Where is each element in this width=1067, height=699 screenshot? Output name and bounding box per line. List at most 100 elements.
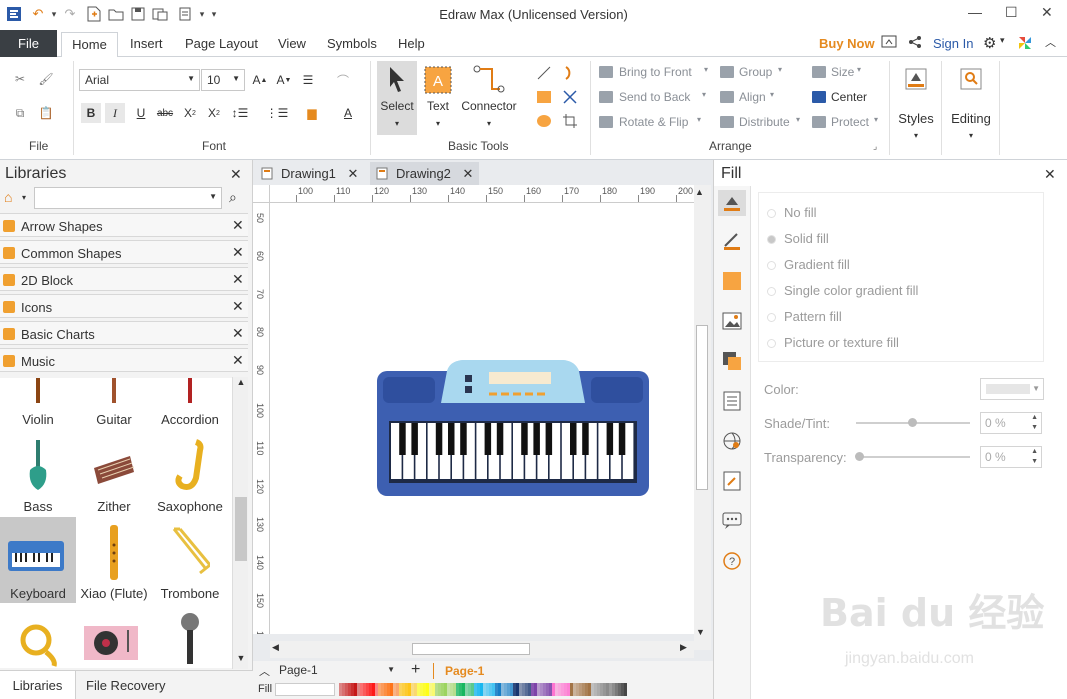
library-item[interactable]: Zither [76,430,152,516]
distribute-button[interactable]: Distribute [739,115,790,129]
page-select[interactable]: Page-1 ▼ [279,663,397,679]
select-tool-button[interactable]: Select ▾ [377,61,417,135]
tab-insert[interactable]: Insert [130,36,163,51]
highlight-icon[interactable]: ▆ [302,103,322,123]
font-color-icon[interactable]: A [338,103,358,123]
tab-drawing1[interactable]: Drawing1 ✕ [255,162,365,185]
group-dropdown-icon[interactable]: ▾ [778,65,782,74]
rotate-flip-dropdown-icon[interactable]: ▾ [697,115,701,124]
close-drawing1-icon[interactable]: ✕ [348,166,359,181]
comments-icon[interactable] [721,510,743,532]
text-align-icon[interactable]: ☰ [298,70,318,90]
close-libraries-icon[interactable]: ✕ [230,166,242,183]
transparency-slider[interactable] [856,456,970,458]
font-family-select[interactable]: Arial ▼ [79,69,200,91]
fill-option-radio[interactable] [767,261,776,270]
library-category-row[interactable]: 2D Block ✕ [0,267,248,291]
fill-option-radio[interactable] [767,209,776,218]
protect-button[interactable]: Protect [831,115,869,129]
fill-option[interactable]: Solid fill [767,231,829,246]
close-library-category-icon[interactable]: ✕ [232,352,244,369]
page-properties-icon[interactable] [721,390,743,412]
editing-button[interactable]: Editing ▾ [946,61,996,151]
tab-help[interactable]: Help [398,36,425,51]
align-dropdown-icon[interactable]: ▾ [770,90,774,99]
tab-view[interactable]: View [278,36,306,51]
settings-dropdown-icon[interactable]: ▾ [1000,35,1005,46]
library-category-row[interactable]: Music ✕ [0,348,248,372]
font-size-select[interactable]: 10 ▼ [201,69,245,91]
rotate-flip-button[interactable]: Rotate & Flip [619,115,688,129]
bullets-icon[interactable]: ⋮☰ [266,103,289,123]
library-item[interactable]: Guitar [76,378,152,429]
fill-option[interactable]: Single color gradient fill [767,283,918,298]
fill-option-radio[interactable] [767,313,776,322]
size-button[interactable]: Size [831,65,854,79]
tab-libraries[interactable]: Libraries [0,671,76,699]
shrink-font-icon[interactable]: A ▼ [274,70,294,90]
cut-icon[interactable]: ✂ [10,69,30,89]
shadow-icon[interactable] [721,270,743,292]
close-drawing2-icon[interactable]: ✕ [463,166,474,181]
size-dropdown-icon[interactable]: ▾ [857,65,861,74]
library-item[interactable]: Keyboard [0,517,76,603]
paste-icon[interactable]: 📋 [36,103,56,123]
drawing-canvas[interactable] [270,203,694,634]
fill-option[interactable]: Pattern fill [767,309,842,324]
library-item[interactable]: Bass [0,430,76,516]
add-page-icon[interactable]: + [411,661,420,679]
collapse-ribbon-icon[interactable]: ︿ [1045,34,1056,50]
line-spacing-icon[interactable]: ↕☰ [230,103,250,123]
tab-drawing2[interactable]: Drawing2 ✕ [370,162,480,185]
close-fill-panel-icon[interactable]: ✕ [1044,166,1056,183]
library-item[interactable]: Dish Player [76,604,152,668]
arrange-dialog-launcher-icon[interactable]: ⌟ [873,141,877,152]
fill-option-radio[interactable] [767,339,776,348]
library-item[interactable]: Accordion [152,378,228,429]
tab-home[interactable]: Home [61,32,118,58]
fill-option-radio[interactable] [767,235,776,244]
canvas-vertical-scrollbar[interactable]: ▲ ▼ [694,185,711,650]
library-category-row[interactable]: Arrow Shapes ✕ [0,213,248,237]
close-button[interactable]: ✕ [1041,4,1053,21]
fill-paint-bucket-icon[interactable] [718,190,746,216]
shade-tint-slider-knob[interactable] [908,418,917,427]
fill-option[interactable]: Picture or texture fill [767,335,899,350]
library-item[interactable]: Violin [0,378,76,429]
ellipse-tool-icon[interactable] [534,111,554,131]
close-library-category-icon[interactable]: ✕ [232,271,244,288]
send-to-back-dropdown-icon[interactable]: ▾ [702,90,706,99]
close-library-category-icon[interactable]: ✕ [232,298,244,315]
tab-file-recovery[interactable]: File Recovery [86,678,165,693]
crop-tool-icon[interactable] [560,111,580,131]
library-category-row[interactable]: Basic Charts ✕ [0,321,248,345]
bring-to-front-dropdown-icon[interactable]: ▾ [704,65,708,74]
layers-icon[interactable] [721,350,743,372]
library-home-dropdown-icon[interactable]: ▾ [22,193,26,202]
buy-now-link[interactable]: Buy Now [819,36,875,51]
library-item[interactable]: Horn [0,604,76,668]
collapse-page-bar-icon[interactable]: ︿ [259,663,270,679]
search-icon[interactable]: ⌕ [229,189,237,206]
minimize-button[interactable]: — [968,4,982,20]
sign-in-link[interactable]: Sign In [933,36,973,51]
format-painter-icon[interactable]: 🖌 [36,69,56,89]
page-tab-1[interactable]: Page-1 [445,664,484,678]
help-icon[interactable]: ? [721,550,743,572]
library-item[interactable]: Trombone [152,517,228,603]
grow-font-icon[interactable]: A ▲ [250,70,270,90]
protect-dropdown-icon[interactable]: ▾ [874,115,878,124]
underline-button[interactable]: U [131,103,151,123]
styles-button[interactable]: Styles ▾ [893,61,939,151]
hyperlink-globe-icon[interactable] [721,430,743,452]
maximize-button[interactable]: ☐ [1005,4,1018,21]
library-item[interactable]: Xiao (Flute) [76,517,152,603]
bring-to-front-button[interactable]: Bring to Front [619,65,692,79]
transparency-slider-knob[interactable] [855,452,864,461]
distribute-dropdown-icon[interactable]: ▾ [796,115,800,124]
canvas-horizontal-scrollbar[interactable]: ◀ ▶ [270,641,694,658]
share-screen-icon[interactable] [881,35,897,52]
cross-tool-icon[interactable] [560,87,580,107]
group-button[interactable]: Group [739,65,772,79]
library-scrollbar[interactable]: ▲ ▼ [232,377,248,669]
